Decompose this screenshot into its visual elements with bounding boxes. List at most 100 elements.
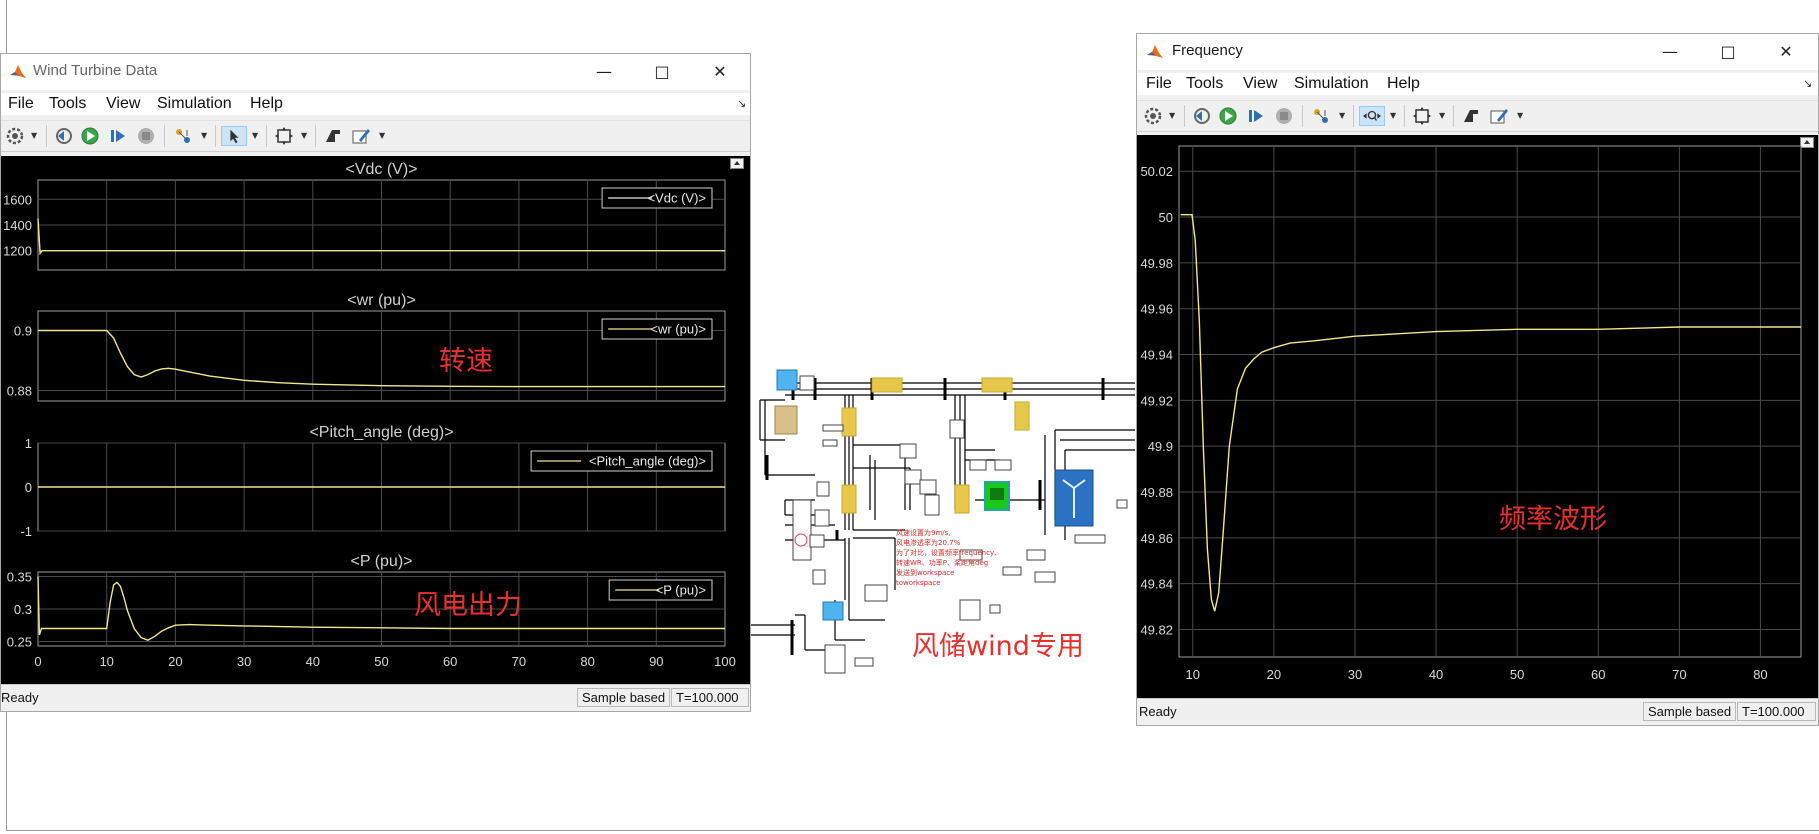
menu-help[interactable]: Help — [1387, 75, 1420, 93]
toolbar-separator — [164, 125, 165, 147]
chevron-down-icon[interactable]: ▼ — [201, 131, 207, 140]
cursor-icon[interactable] — [221, 126, 247, 146]
stop-icon[interactable] — [1274, 106, 1294, 126]
x-tick-label: 10 — [99, 654, 113, 669]
menu-view[interactable]: View — [106, 95, 140, 113]
x-tick-label: 70 — [512, 654, 526, 669]
close-icon[interactable]: ✕ — [1774, 40, 1798, 64]
wind-turbine-window[interactable]: Wind Turbine Data — □ ✕ File Tools View … — [0, 53, 751, 712]
scope-plot-area[interactable]: 10 20 30 40 50 60 70 80 50.02 50 49.98 49.96 49.94 49… — [1137, 135, 1818, 700]
y-tick-label: 49.96 — [1140, 302, 1173, 317]
x-tick-label: 100 — [714, 654, 736, 669]
maximize-icon[interactable]: □ — [1716, 40, 1740, 64]
run-icon[interactable] — [80, 126, 100, 146]
y-tick-label: 50 — [1159, 210, 1173, 225]
y-tick-label: 0.88 — [7, 384, 32, 399]
model-note-line: 风速设置为9m/s, — [896, 529, 951, 537]
menu-file[interactable]: File — [1146, 75, 1172, 93]
status-ready: Ready — [1139, 704, 1177, 719]
zoom-fit-icon[interactable] — [274, 126, 294, 146]
legend-label: <Pitch_angle (deg)> — [589, 454, 706, 469]
step-back-icon[interactable] — [54, 126, 74, 146]
chevron-down-icon[interactable]: ▼ — [379, 131, 385, 140]
gear-icon[interactable] — [1143, 106, 1163, 126]
signal-select-icon[interactable] — [1311, 106, 1331, 126]
plot-title: <wr (pu)> — [347, 292, 415, 309]
chevron-down-icon[interactable]: ▼ — [1169, 111, 1175, 120]
step-forward-icon[interactable] — [108, 126, 128, 146]
title-bar[interactable]: Wind Turbine Data — □ ✕ — [1, 54, 750, 90]
toolbar-separator — [1302, 105, 1303, 127]
y-tick-label: 0.35 — [7, 570, 32, 585]
chevron-down-icon[interactable]: ▼ — [1339, 111, 1345, 120]
status-bar: Ready Sample based T=100.000 — [1, 684, 750, 711]
dock-arrow-icon[interactable]: ↘ — [737, 97, 746, 110]
matlab-icon — [1147, 45, 1163, 58]
x-tick-label: 50 — [1510, 667, 1524, 682]
x-tick-label: 30 — [237, 654, 251, 669]
toolbar-separator — [1404, 105, 1405, 127]
model-caption: 风储wind专用 — [912, 631, 1084, 662]
edit-style-icon[interactable] — [1489, 106, 1509, 126]
y-tick-label: 1600 — [3, 192, 32, 207]
x-tick-label: 60 — [1591, 667, 1605, 682]
legend-label: <wr (pu)> — [650, 322, 706, 337]
run-icon[interactable] — [1218, 106, 1238, 126]
chevron-down-icon[interactable]: ▼ — [1390, 111, 1396, 120]
y-tick-label: 49.92 — [1140, 393, 1173, 408]
chevron-down-icon[interactable]: ▼ — [1517, 111, 1523, 120]
menu-tools[interactable]: Tools — [49, 95, 86, 113]
gear-icon[interactable] — [5, 126, 25, 146]
minimize-icon[interactable]: — — [592, 60, 616, 84]
menu-bar: File Tools View Simulation Help ↘ — [1137, 73, 1818, 95]
x-tick-label: 60 — [443, 654, 457, 669]
toolbar: ▼ ▼ ▼ ▼ ▼ — [1137, 100, 1818, 132]
close-icon[interactable]: ✕ — [708, 60, 732, 84]
step-back-icon[interactable] — [1192, 106, 1212, 126]
stop-icon[interactable] — [136, 126, 156, 146]
highlight-icon[interactable] — [323, 126, 343, 146]
menu-view[interactable]: View — [1243, 75, 1277, 93]
x-tick-label: 70 — [1672, 667, 1686, 682]
menu-help[interactable]: Help — [250, 95, 283, 113]
maximize-icon[interactable]: □ — [650, 60, 674, 84]
y-tick-label: 0.9 — [14, 324, 32, 339]
scope-plot-area[interactable]: <Vdc (V)> 1600 1400 1200 <Vdc (V)> <wr (pu)> 0… — [1, 156, 750, 684]
frequency-window[interactable]: Frequency — □ ✕ File Tools View Simulati… — [1136, 33, 1819, 726]
zoom-fit-icon[interactable] — [1412, 106, 1432, 126]
y-tick-label: 49.98 — [1140, 256, 1173, 271]
toolbar: ▼ ▼ ▼ ▼ ▼ — [1, 120, 750, 152]
title-bar[interactable]: Frequency — □ ✕ — [1137, 34, 1818, 70]
y-tick-label: 49.84 — [1140, 577, 1173, 592]
menu-simulation[interactable]: Simulation — [1294, 75, 1369, 93]
menu-tools[interactable]: Tools — [1186, 75, 1223, 93]
edit-style-icon[interactable] — [351, 126, 371, 146]
status-bar: Ready Sample based T=100.000 — [1137, 698, 1818, 725]
status-sim-time: T=100.000 — [1737, 702, 1816, 721]
toolbar-separator — [1453, 105, 1454, 127]
chevron-down-icon[interactable]: ▼ — [252, 131, 258, 140]
annotation-wind-power: 风电出力 — [414, 590, 522, 621]
status-sample-mode: Sample based — [577, 688, 670, 707]
model-note-line: 发送到workspace — [896, 569, 955, 577]
menu-simulation[interactable]: Simulation — [157, 95, 232, 113]
minimize-icon[interactable]: — — [1658, 40, 1682, 64]
zoom-axes-icon[interactable] — [1359, 106, 1385, 126]
y-tick-label: 1400 — [3, 218, 32, 233]
y-tick-label: 0.25 — [7, 634, 32, 649]
y-tick-label: 1 — [25, 436, 32, 451]
menu-file[interactable]: File — [8, 95, 34, 113]
y-tick-label: 49.9 — [1148, 439, 1173, 454]
step-forward-icon[interactable] — [1246, 106, 1266, 126]
toolbar-separator — [1353, 105, 1354, 127]
chevron-down-icon[interactable]: ▼ — [301, 131, 307, 140]
plot-title: <Pitch_angle (deg)> — [309, 424, 453, 441]
window-title: Frequency — [1172, 42, 1243, 59]
signal-select-icon[interactable] — [173, 126, 193, 146]
y-tick-label: 49.86 — [1140, 531, 1173, 546]
highlight-icon[interactable] — [1461, 106, 1481, 126]
model-note-line: 风电渗透率为20.7% — [896, 539, 961, 547]
dock-arrow-icon[interactable]: ↘ — [1803, 77, 1812, 90]
chevron-down-icon[interactable]: ▼ — [31, 131, 37, 140]
chevron-down-icon[interactable]: ▼ — [1439, 111, 1445, 120]
